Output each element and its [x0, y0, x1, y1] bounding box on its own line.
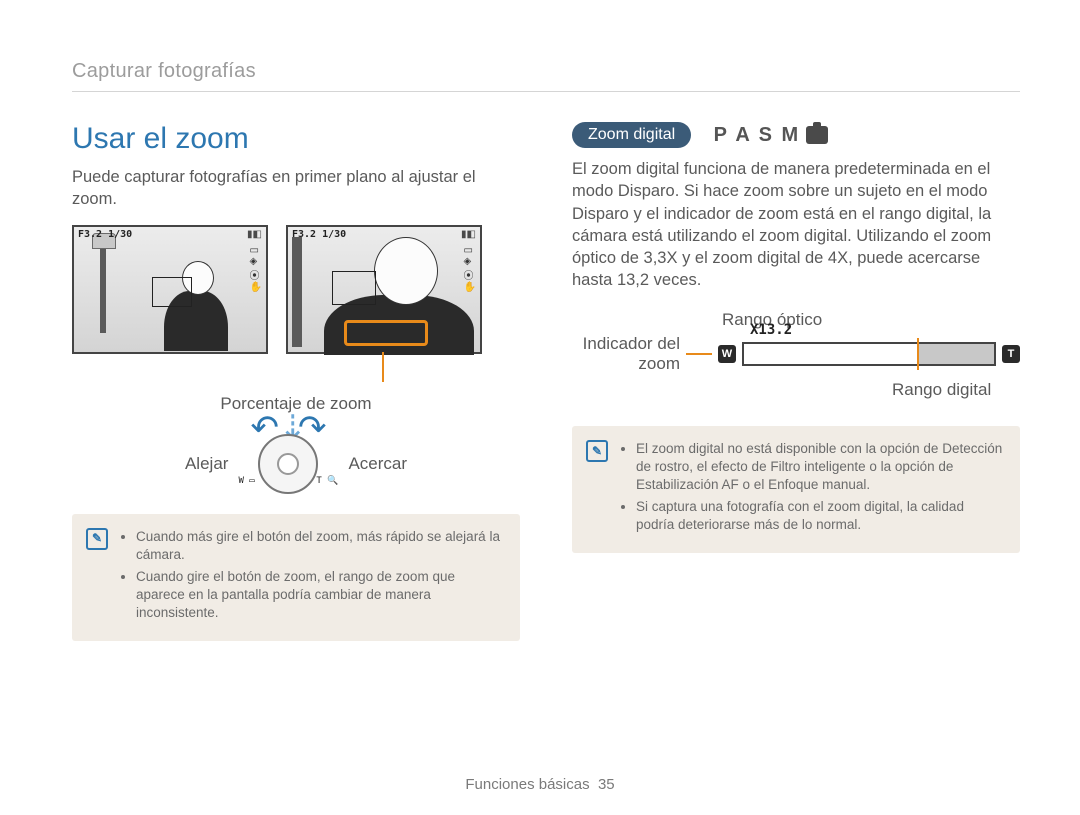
screenshot-zoom-out: F3.2 1/30 ▮◧ ▭◈⦿✋ — [72, 225, 268, 354]
zoom-indicator-highlight — [344, 320, 428, 346]
screen-side-icons: ▭◈⦿✋ — [464, 245, 476, 293]
leader-line — [686, 353, 712, 355]
label-zoom-in: Acercar — [348, 454, 407, 474]
overlay-exposure: F3.2 1/30 — [292, 229, 346, 240]
t-cap-icon: T — [1002, 345, 1020, 363]
zoom-range-bar: X13.2 — [742, 342, 996, 366]
breadcrumb: Capturar fotografías — [72, 60, 1020, 92]
mode-icons: P A S M — [714, 124, 829, 147]
battery-icon: ▮◧ — [461, 229, 476, 240]
zoom-dial-row: Alejar ↶ ⇣ ↷ W ▭ T 🔍 Acercar — [72, 434, 520, 494]
page-footer: Funciones básicas 35 — [0, 776, 1080, 793]
zoom-range-diagram: Rango óptico Indicador del zoom W X13.2 … — [572, 310, 1020, 400]
page-title: Usar el zoom — [72, 122, 520, 156]
note-item: El zoom digital no está disponible con l… — [636, 440, 1004, 495]
note-icon: ✎ — [586, 440, 608, 462]
screenshot-row: F3.2 1/30 ▮◧ ▭◈⦿✋ F3.2 1/30 ▮◧ ▭◈⦿✋ — [72, 225, 520, 354]
note-item: Cuando más gire el botón del zoom, más r… — [136, 528, 504, 564]
label-zoom-out: Alejar — [185, 454, 228, 474]
leader-line — [382, 352, 384, 382]
note-item: Si captura una fotografía con el zoom di… — [636, 498, 1004, 534]
zoom-dial: W ▭ T 🔍 — [258, 434, 318, 494]
w-cap-icon: W — [718, 345, 736, 363]
note-icon: ✎ — [86, 528, 108, 550]
scene-mode-icon — [806, 126, 828, 144]
screen-side-icons: ▭◈⦿✋ — [250, 245, 262, 293]
zoom-indicator-label: Indicador del zoom — [572, 334, 680, 374]
dial-w-label: W ▭ — [238, 476, 254, 486]
zoom-value-text: X13.2 — [750, 322, 792, 338]
note-box-right: ✎ El zoom digital no está disponible con… — [572, 426, 1020, 553]
battery-icon: ▮◧ — [247, 229, 262, 240]
note-box-left: ✎ Cuando más gire el botón del zoom, más… — [72, 514, 520, 641]
digital-zoom-paragraph: El zoom digital funciona de manera prede… — [572, 158, 1020, 292]
dial-t-label: T 🔍 — [316, 476, 338, 486]
digital-range-label: Rango digital — [892, 380, 1020, 400]
screenshot-zoom-in: F3.2 1/30 ▮◧ ▭◈⦿✋ — [286, 225, 482, 354]
overlay-exposure: F3.2 1/30 — [78, 229, 132, 240]
intro-text: Puede capturar fotografías en primer pla… — [72, 166, 520, 211]
digital-zoom-badge: Zoom digital — [572, 122, 691, 148]
note-item: Cuando gire el botón de zoom, el rango d… — [136, 568, 504, 623]
